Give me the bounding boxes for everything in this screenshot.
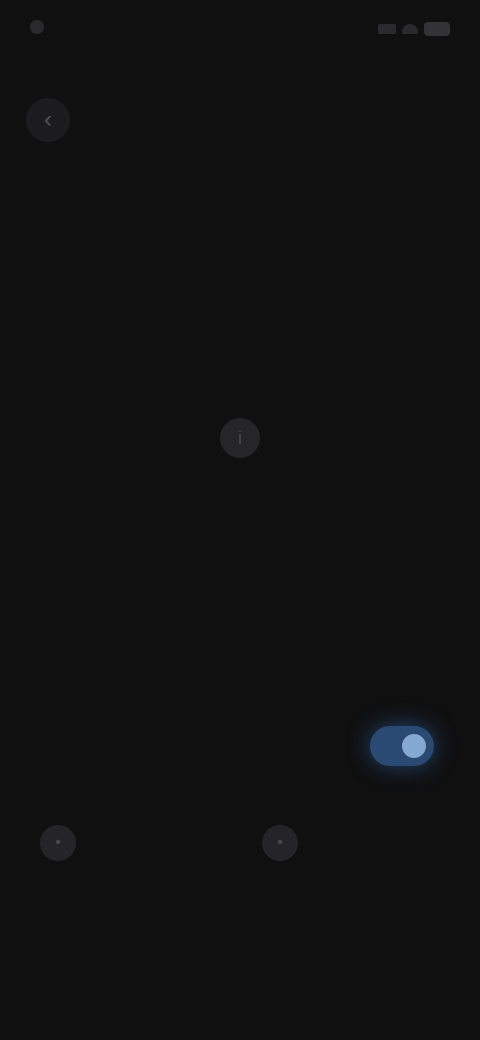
toggle-knob <box>402 734 426 758</box>
back-button[interactable]: ‹ <box>26 98 70 142</box>
action-1-icon: • <box>40 825 76 861</box>
status-time-group <box>30 20 52 34</box>
action-2-icon: • <box>262 825 298 861</box>
status-icons <box>378 22 450 36</box>
action-button-1[interactable]: • <box>40 818 200 868</box>
toggle-row <box>40 716 440 776</box>
wifi-icon <box>402 24 418 34</box>
signal-icon <box>378 24 396 34</box>
action-button-2[interactable]: • <box>262 818 422 868</box>
info-icon: i <box>220 418 260 458</box>
empty-state: i <box>100 400 380 474</box>
back-arrow-icon: ‹ <box>44 106 52 133</box>
header: ‹ <box>0 80 480 150</box>
bottom-actions: • • <box>40 818 440 868</box>
status-indicator-icon <box>30 20 44 34</box>
battery-icon <box>424 22 450 36</box>
screen: ‹ i • • <box>0 0 480 1040</box>
toggle-switch[interactable] <box>370 726 434 766</box>
status-bar <box>0 0 480 60</box>
